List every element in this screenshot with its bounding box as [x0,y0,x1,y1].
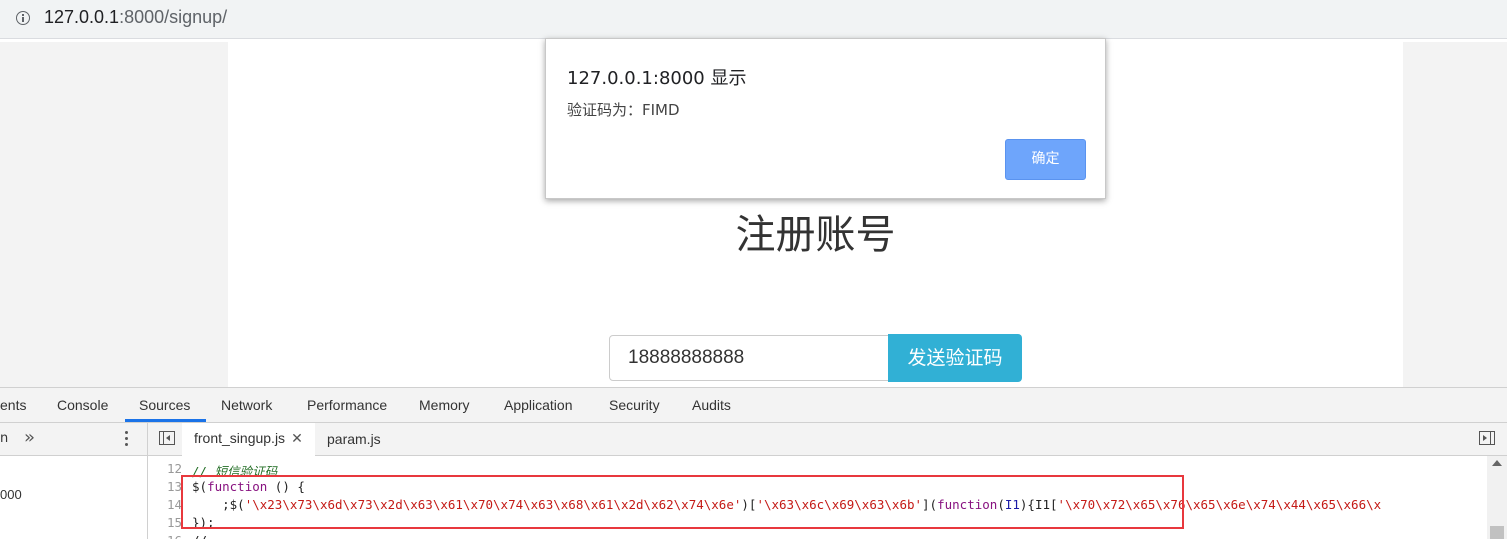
tab-console[interactable]: Console [57,397,108,413]
close-icon[interactable]: ✕ [291,430,303,446]
toggle-debugger-icon[interactable] [1479,431,1495,445]
tab-security[interactable]: Security [609,397,660,413]
tab-memory[interactable]: Memory [419,397,470,413]
tab-performance[interactable]: Performance [307,397,387,413]
url-text[interactable]: 127.0.0.1:8000/signup/ [44,7,227,28]
tab-sources[interactable]: Sources [139,397,190,413]
scroll-up-icon[interactable] [1492,460,1502,466]
alert-ok-button[interactable]: 确定 [1005,139,1086,180]
tab-audits[interactable]: Audits [692,397,731,413]
file-tab-param[interactable]: param.js [327,431,381,447]
navigator-item[interactable]: 000 [0,487,22,502]
tab-network[interactable]: Network [221,397,272,413]
send-code-button[interactable]: 发送验证码 [888,334,1022,382]
line-number: 14 [166,497,182,512]
line-number: 15 [166,515,182,530]
phone-input[interactable]: 18888888888 [609,335,889,381]
navigator-tab-label[interactable]: n [0,431,8,446]
tab-application[interactable]: Application [504,397,573,413]
editor-tab-bar: front_singup.js ✕ param.js [148,423,1507,457]
chevron-more-icon[interactable]: » [24,427,35,448]
address-bar[interactable]: 127.0.0.1:8000/signup/ [0,0,1507,39]
toggle-navigator-icon[interactable] [159,431,175,445]
tab-elements[interactable]: ents [0,397,26,413]
file-tab-label: front_singup.js [194,430,286,446]
alert-dialog: 127.0.0.1:8000 显示 验证码为：FIMD 确定 [545,38,1106,199]
alert-message: 验证码为：FIMD [567,101,680,119]
line-number: 13 [166,479,182,494]
line-number: 16 [148,533,182,539]
url-field[interactable]: 127.0.0.1:8000/signup/ [0,0,1507,38]
highlight-annotation-box [181,475,1184,529]
kebab-menu-icon[interactable] [125,431,128,447]
sources-navigator: n » 000 [0,423,148,539]
page-title: 注册账号 [735,212,896,258]
code-line: // [192,533,207,539]
navigator-toolbar: n » [0,423,147,456]
file-tab-front-singup[interactable]: front_singup.js ✕ [182,423,315,457]
url-host: 127.0.0.1 [44,7,120,27]
code-scrollbar[interactable] [1487,456,1507,539]
active-tab-indicator [125,419,206,422]
scroll-thumb[interactable] [1490,526,1504,539]
info-icon[interactable] [16,11,30,25]
line-number: 12 [166,461,182,476]
url-path: :8000/signup/ [119,7,228,27]
devtools-tab-bar: ents Console Sources Network Performance… [0,388,1507,423]
alert-title: 127.0.0.1:8000 显示 [567,68,747,89]
